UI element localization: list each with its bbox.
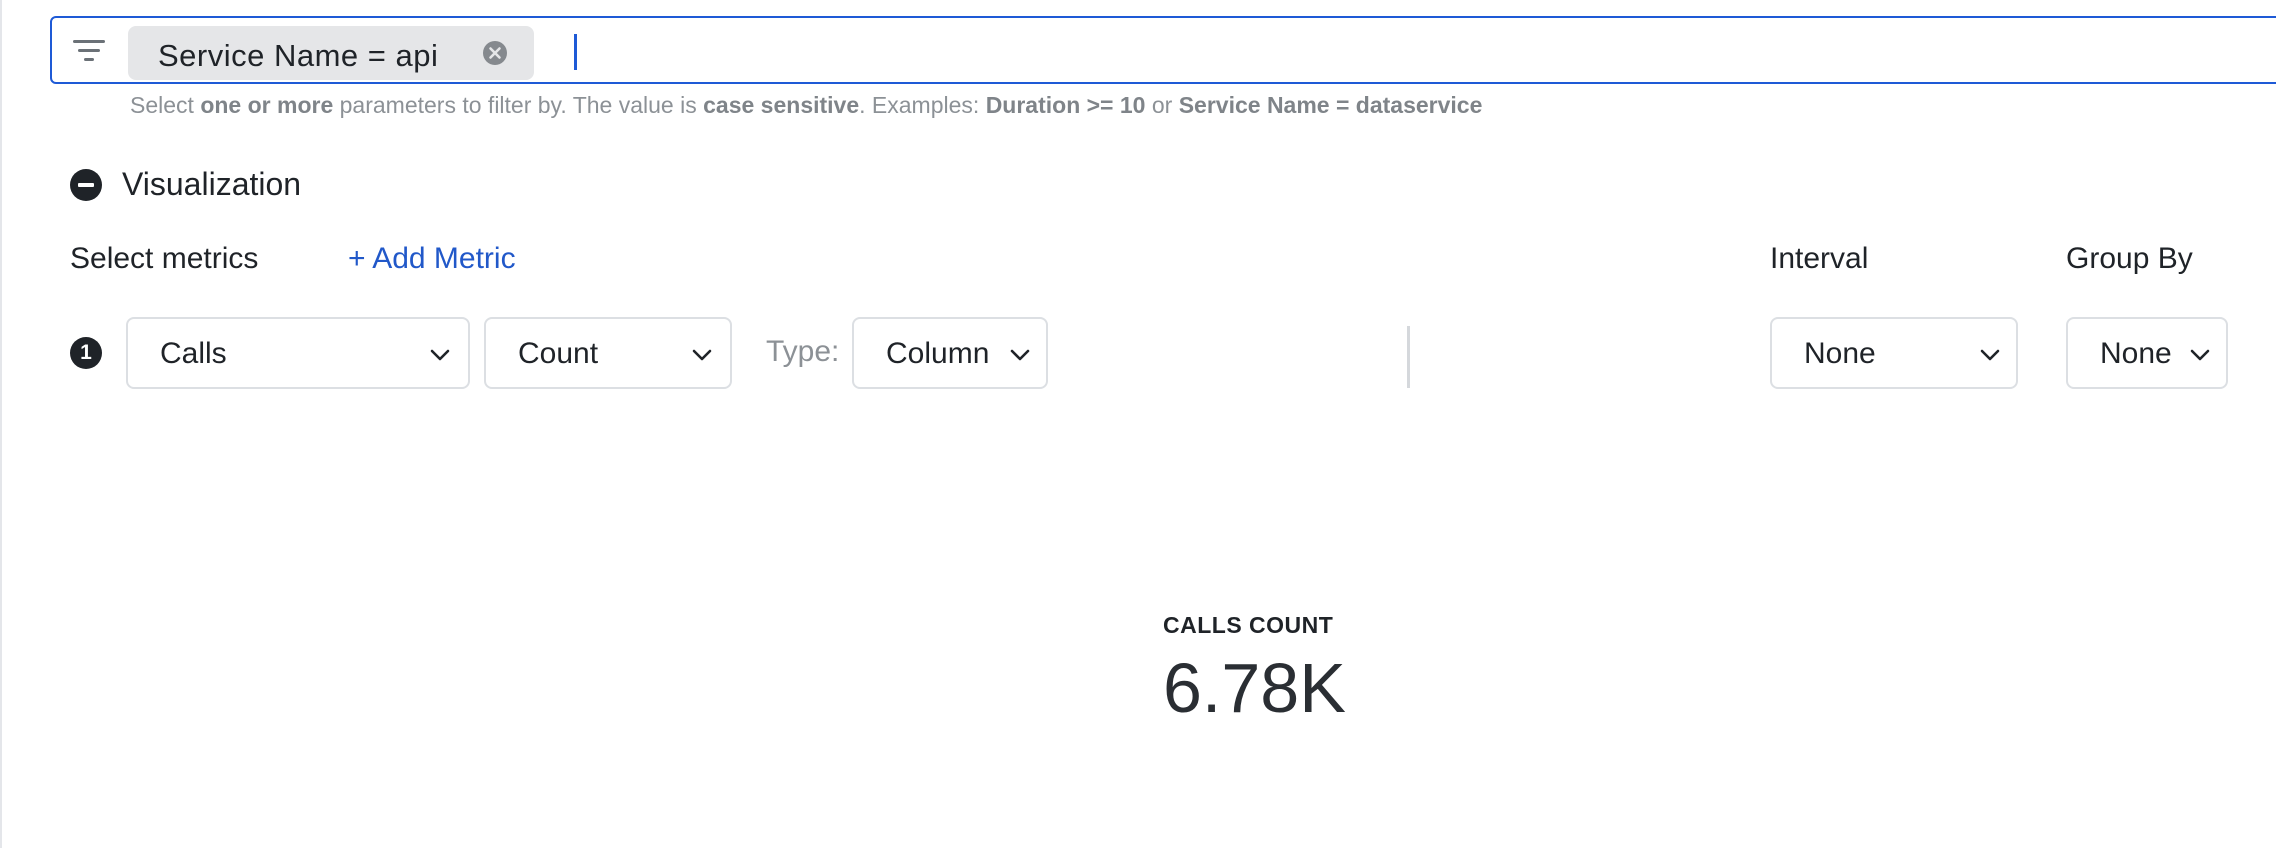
interval-select-value: None <box>1804 337 1876 370</box>
filter-chip-label: Service Name = api <box>158 38 439 73</box>
left-border <box>0 0 2 848</box>
group-by-select-value: None <box>2100 337 2172 370</box>
select-metrics-label: Select metrics <box>70 242 259 275</box>
filter-bar[interactable]: Service Name = api <box>50 16 2276 84</box>
metric-select[interactable]: Calls <box>126 317 470 389</box>
minus-circle-icon[interactable] <box>70 169 102 201</box>
page: Service Name = api Select one or more pa… <box>0 0 2276 848</box>
chevron-down-icon <box>1978 343 2002 367</box>
chart-type-select-value: Column <box>886 337 990 370</box>
interval-label: Interval <box>1770 242 1869 275</box>
aggregation-select-value: Count <box>518 337 599 370</box>
metric-row-number: 1 <box>70 337 102 369</box>
group-by-select[interactable]: None <box>2066 317 2228 389</box>
type-label: Type: <box>766 335 840 368</box>
chevron-down-icon <box>1008 343 1032 367</box>
filter-chip[interactable]: Service Name = api <box>128 26 534 80</box>
chevron-down-icon <box>428 343 452 367</box>
add-metric-button[interactable]: + Add Metric <box>348 242 516 276</box>
filter-hint: Select one or more parameters to filter … <box>130 92 1483 118</box>
chevron-down-icon <box>690 343 714 367</box>
filter-icon[interactable] <box>72 38 106 64</box>
stat-value: 6.78K <box>1163 649 1346 727</box>
chart-type-select[interactable]: Column <box>852 317 1048 389</box>
close-circle-icon[interactable] <box>482 40 508 66</box>
stat-label: CALLS COUNT <box>1163 612 1334 638</box>
aggregation-select[interactable]: Count <box>484 317 732 389</box>
row-divider <box>1407 326 1410 388</box>
group-by-label: Group By <box>2066 242 2193 275</box>
metric-select-value: Calls <box>160 337 227 370</box>
visualization-title[interactable]: Visualization <box>122 166 301 203</box>
chevron-down-icon <box>2188 343 2212 367</box>
interval-select[interactable]: None <box>1770 317 2018 389</box>
filter-input-caret[interactable] <box>574 34 577 70</box>
